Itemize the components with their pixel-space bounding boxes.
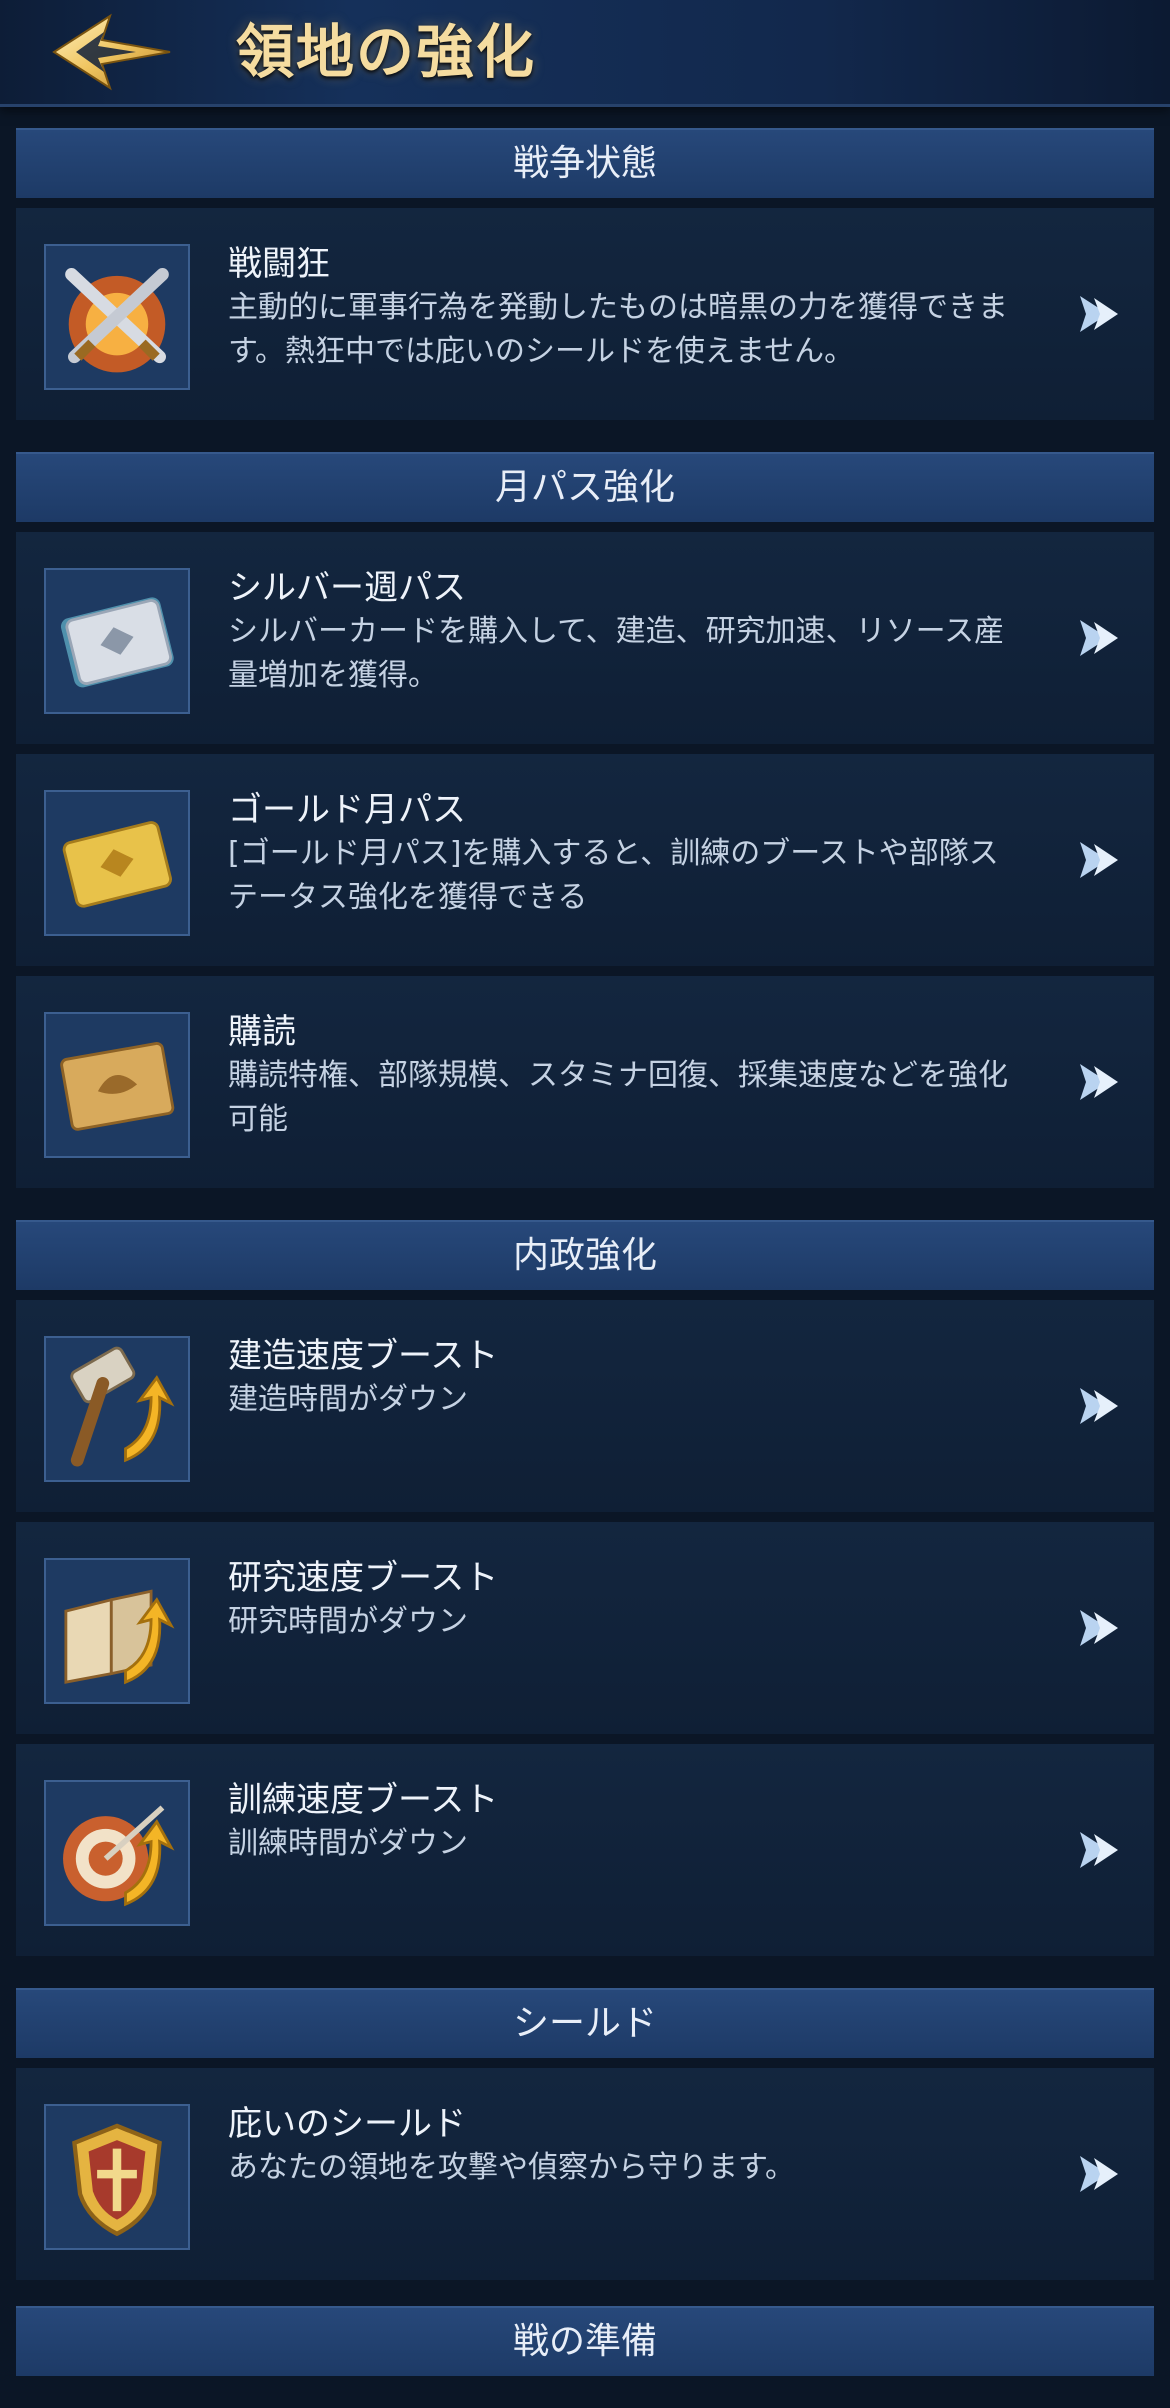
shield-icon — [44, 2104, 190, 2250]
chevron-right-icon[interactable] — [1072, 834, 1124, 886]
item-title: 戦闘狂 — [228, 244, 330, 284]
list-item-berserk[interactable]: 戦闘狂 主動的に軍事行為を発動したものは暗黒の力を獲得できます。熱狂中では庇いの… — [16, 208, 1154, 420]
crossed-swords-icon — [44, 244, 190, 390]
item-description: あなたの領地を攻撃や偵察から守ります。 — [228, 2150, 795, 2185]
section-header: 内政強化 — [16, 1220, 1154, 1290]
item-title: ゴールド月パス — [228, 790, 466, 830]
item-description: 訓練時間がダウン — [228, 1826, 468, 1861]
item-title: シルバー週パス — [228, 568, 466, 608]
list-item-gold-monthly-pass[interactable]: ゴールド月パス [ゴールド月パス]を購入すると、訓練のブーストや部隊ステータス強… — [16, 754, 1154, 966]
section-domestic-affairs: 内政強化 建造速度ブースト 建造時間がダウン 研究速度ブースト 研究時間がダウン… — [16, 1220, 1154, 1956]
section-monthly-pass: 月パス強化 シルバー週パス シルバーカードを購入して、建造、研究加速、リソース産… — [16, 452, 1154, 1188]
chevron-right-icon[interactable] — [1072, 1824, 1124, 1876]
hammer-icon — [44, 1336, 190, 1482]
list-item-protection-shield[interactable]: 庇いのシールド あなたの領地を攻撃や偵察から守ります。 — [16, 2068, 1154, 2280]
chevron-right-icon[interactable] — [1072, 612, 1124, 664]
item-description: 建造時間がダウン — [228, 1382, 468, 1417]
back-button[interactable] — [40, 12, 180, 92]
list-item-silver-weekly-pass[interactable]: シルバー週パス シルバーカードを購入して、建造、研究加速、リソース産量増加を獲得… — [16, 532, 1154, 744]
item-title: 研究速度ブースト — [228, 1558, 499, 1598]
section-header: 戦争状態 — [16, 128, 1154, 198]
list-item-training-speed-boost[interactable]: 訓練速度ブースト 訓練時間がダウン — [16, 1744, 1154, 1956]
back-arrow-icon — [52, 13, 171, 91]
gold-card-icon — [44, 790, 190, 936]
target-icon — [44, 1780, 190, 1926]
list-item-build-speed-boost[interactable]: 建造速度ブースト 建造時間がダウン — [16, 1300, 1154, 1512]
section-war-preparation: 戦の準備 — [16, 2306, 1154, 2376]
item-title: 購読 — [228, 1012, 296, 1052]
section-header: 戦の準備 — [16, 2306, 1154, 2376]
item-title: 庇いのシールド — [228, 2104, 466, 2144]
chevron-right-icon[interactable] — [1072, 288, 1124, 340]
section-header: シールド — [16, 1988, 1154, 2058]
item-description: 購読特権、部隊規模、スタミナ回復、採集速度などを強化可能 — [228, 1058, 1008, 1137]
content-list: 戦争状態 戦闘狂 主動的に軍事行為を発動したものは暗黒の力を獲得できます。熱狂中… — [16, 128, 1154, 2408]
chevron-right-icon[interactable] — [1072, 2148, 1124, 2200]
list-item-research-speed-boost[interactable]: 研究速度ブースト 研究時間がダウン — [16, 1522, 1154, 1734]
section-war-state: 戦争状態 戦闘狂 主動的に軍事行為を発動したものは暗黒の力を獲得できます。熱狂中… — [16, 128, 1154, 420]
list-item-subscription[interactable]: 購読 購読特権、部隊規模、スタミナ回復、採集速度などを強化可能 — [16, 976, 1154, 1188]
item-description: 主動的に軍事行為を発動したものは暗黒の力を獲得できます。熱狂中では庇いのシールド… — [228, 290, 1008, 369]
silver-card-icon — [44, 568, 190, 714]
chevron-right-icon[interactable] — [1072, 1056, 1124, 1108]
top-bar: 領地の強化 — [0, 0, 1170, 107]
chevron-right-icon[interactable] — [1072, 1380, 1124, 1432]
subscription-card-icon — [44, 1012, 190, 1158]
item-description: 研究時間がダウン — [228, 1604, 468, 1639]
item-description: シルバーカードを購入して、建造、研究加速、リソース産量増加を獲得。 — [228, 614, 1005, 693]
item-description: [ゴールド月パス]を購入すると、訓練のブーストや部隊ステータス強化を獲得できる — [228, 836, 999, 915]
section-shield: シールド 庇いのシールド あなたの領地を攻撃や偵察から守ります。 — [16, 1988, 1154, 2280]
section-header: 月パス強化 — [16, 452, 1154, 522]
book-icon — [44, 1558, 190, 1704]
page-title: 領地の強化 — [236, 18, 537, 86]
item-title: 訓練速度ブースト — [228, 1780, 499, 1820]
chevron-right-icon[interactable] — [1072, 1602, 1124, 1654]
item-title: 建造速度ブースト — [228, 1336, 499, 1376]
